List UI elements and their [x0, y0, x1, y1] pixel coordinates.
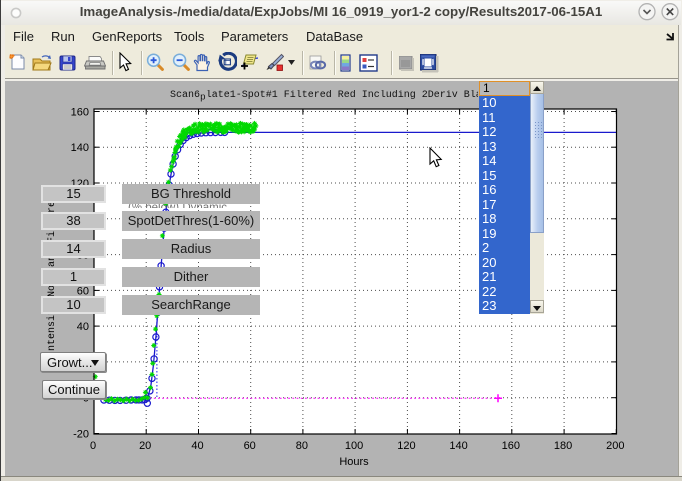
svg-text:120: 120	[397, 440, 415, 452]
svg-text:20: 20	[139, 440, 151, 452]
svg-text:160: 160	[502, 440, 520, 452]
svg-text:40: 40	[77, 321, 89, 333]
svg-text:80: 80	[296, 440, 308, 452]
svg-text:40: 40	[191, 440, 203, 452]
svg-text:140: 140	[449, 440, 467, 452]
svg-text:Hours: Hours	[339, 456, 369, 468]
svg-text:60: 60	[244, 440, 256, 452]
svg-text:100: 100	[345, 440, 363, 452]
svg-text:0: 0	[90, 440, 96, 452]
svg-text:180: 180	[554, 440, 572, 452]
svg-text:160: 160	[71, 107, 89, 119]
svg-text:140: 140	[71, 142, 89, 154]
svg-text:200: 200	[606, 440, 624, 452]
svg-text:-20: -20	[73, 429, 89, 441]
